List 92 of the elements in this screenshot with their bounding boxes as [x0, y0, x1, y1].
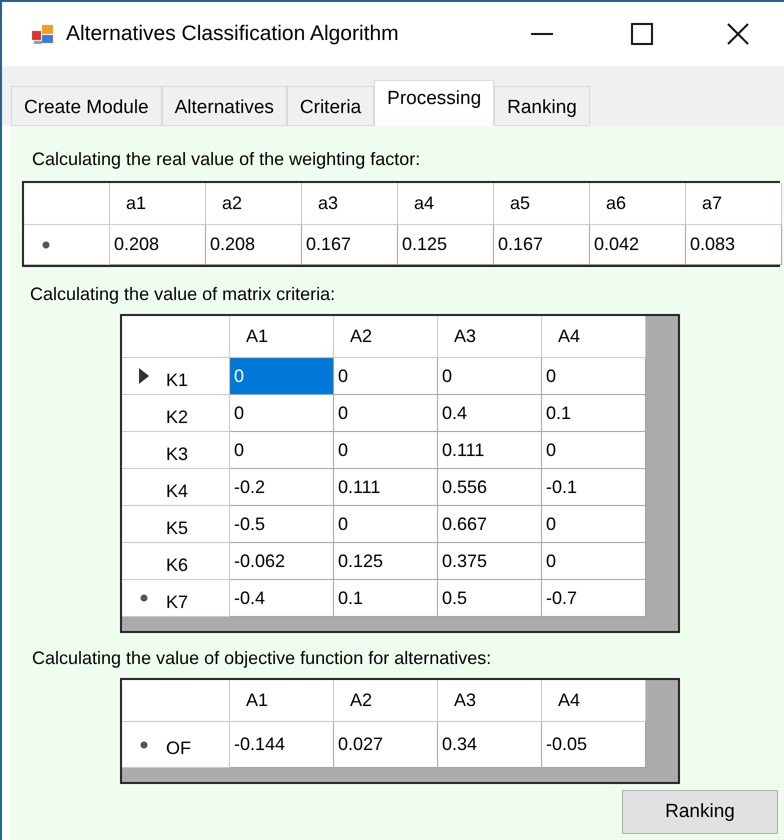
row-header[interactable]: K2: [122, 395, 230, 432]
table-cell[interactable]: -0.4: [230, 580, 334, 617]
table-cell[interactable]: 0.34: [438, 722, 542, 768]
column-header[interactable]: A4: [542, 680, 646, 722]
current-row-icon: [139, 368, 149, 384]
row-header[interactable]: [24, 225, 110, 265]
table-cell[interactable]: 0: [542, 543, 646, 580]
table-cell[interactable]: 0.5: [438, 580, 542, 617]
ranking-button[interactable]: Ranking: [622, 790, 778, 834]
table-cell[interactable]: 0.083: [686, 225, 782, 265]
table-cell[interactable]: 0.111: [438, 432, 542, 469]
column-header[interactable]: a4: [398, 183, 494, 225]
table-cell[interactable]: 0.4: [438, 395, 542, 432]
table-cell[interactable]: 0: [230, 358, 334, 395]
tab[interactable]: Create Module: [11, 86, 162, 126]
row-header[interactable]: K5: [122, 506, 230, 543]
row-label: K5: [166, 516, 188, 540]
new-row-icon: [140, 740, 148, 748]
table-cell[interactable]: 0: [230, 395, 334, 432]
column-header[interactable]: a5: [494, 183, 590, 225]
row-header[interactable]: OF: [122, 722, 230, 768]
table-cell[interactable]: 0.027: [334, 722, 438, 768]
column-header[interactable]: a3: [302, 183, 398, 225]
table-cell[interactable]: 0.375: [438, 543, 542, 580]
table-cell[interactable]: 0: [542, 432, 646, 469]
section-caption: Calculating the real value of the weighting factor:: [32, 148, 422, 171]
table-cell[interactable]: -0.1: [542, 469, 646, 506]
table-cell[interactable]: 0: [542, 358, 646, 395]
tab[interactable]: Processing: [374, 80, 494, 126]
row-header[interactable]: K4: [122, 469, 230, 506]
table-cell[interactable]: 0.1: [542, 395, 646, 432]
row-label: K3: [166, 442, 188, 466]
window-title: Alternatives Classification Algorithm: [66, 21, 399, 48]
table-cell[interactable]: 0: [334, 395, 438, 432]
row-header[interactable]: K1: [122, 358, 230, 395]
table-cell[interactable]: 0: [334, 506, 438, 543]
column-header[interactable]: A2: [334, 680, 438, 722]
table-cell[interactable]: 0: [334, 432, 438, 469]
tab[interactable]: Criteria: [286, 86, 374, 126]
table-cell[interactable]: 0.111: [334, 469, 438, 506]
close-icon: [727, 23, 749, 45]
column-header[interactable]: a2: [206, 183, 302, 225]
row-label: K7: [166, 590, 188, 614]
corner-header[interactable]: [122, 680, 230, 722]
tab[interactable]: Alternatives: [162, 86, 287, 126]
row-label: OF: [166, 737, 191, 760]
table-cell[interactable]: 0.556: [438, 469, 542, 506]
row-label: K2: [166, 406, 188, 428]
new-row-icon: [42, 240, 50, 248]
tab[interactable]: Ranking: [494, 86, 590, 126]
row-label: K6: [166, 554, 188, 576]
section-caption: Calculating the value of objective function for alternatives:: [32, 647, 492, 670]
row-label: K1: [166, 368, 188, 392]
minimize-icon: [531, 33, 553, 35]
table-cell[interactable]: 0.208: [110, 225, 206, 265]
column-header[interactable]: a1: [110, 183, 206, 225]
table-cell[interactable]: 0.125: [334, 543, 438, 580]
corner-header[interactable]: [122, 316, 230, 358]
table-cell[interactable]: 0.208: [206, 225, 302, 265]
row-header[interactable]: K3: [122, 432, 230, 469]
table-cell[interactable]: 0: [230, 432, 334, 469]
row-header[interactable]: K6: [122, 543, 230, 580]
table-cell[interactable]: 0.667: [438, 506, 542, 543]
table-cell[interactable]: 0.1: [334, 580, 438, 617]
corner-header[interactable]: [24, 183, 110, 225]
maximize-icon: [631, 23, 653, 45]
row-label: K4: [166, 480, 188, 502]
app-icon: [32, 23, 54, 45]
column-header[interactable]: A2: [334, 316, 438, 358]
section-caption: Calculating the value of matrix criteria:: [30, 283, 336, 306]
column-header[interactable]: A4: [542, 316, 646, 358]
table-cell[interactable]: -0.062: [230, 543, 334, 580]
row-header[interactable]: K7: [122, 580, 230, 617]
table-cell[interactable]: 0: [438, 358, 542, 395]
new-row-icon: [140, 594, 148, 602]
table-cell[interactable]: 0.042: [590, 225, 686, 265]
column-header[interactable]: A1: [230, 680, 334, 722]
column-header[interactable]: A3: [438, 680, 542, 722]
table-cell[interactable]: 0.167: [494, 225, 590, 265]
column-header[interactable]: a7: [686, 183, 782, 225]
table-cell[interactable]: -0.05: [542, 722, 646, 768]
column-header[interactable]: A3: [438, 316, 542, 358]
column-header[interactable]: A1: [230, 316, 334, 358]
table-cell[interactable]: 0.125: [398, 225, 494, 265]
table-cell[interactable]: -0.5: [230, 506, 334, 543]
table-cell[interactable]: 0: [542, 506, 646, 543]
table-cell[interactable]: 0: [334, 358, 438, 395]
table-cell[interactable]: -0.7: [542, 580, 646, 617]
column-header[interactable]: a6: [590, 183, 686, 225]
table-cell[interactable]: 0.167: [302, 225, 398, 265]
table-cell[interactable]: -0.144: [230, 722, 334, 768]
table-cell[interactable]: -0.2: [230, 469, 334, 506]
